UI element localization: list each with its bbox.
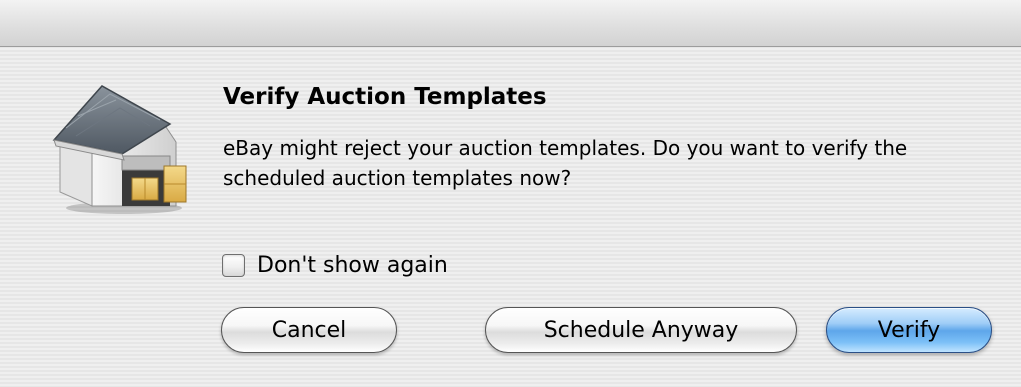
title-bar[interactable]	[0, 0, 1021, 47]
dialog-message: eBay might reject your auction templates…	[223, 136, 908, 190]
cancel-button[interactable]: Cancel	[221, 307, 397, 353]
dont-show-again-checkbox[interactable]	[222, 253, 245, 277]
verify-button[interactable]: Verify	[826, 307, 992, 353]
schedule-anyway-button[interactable]: Schedule Anyway	[485, 307, 797, 353]
dont-show-again-option[interactable]: Don't show again	[222, 250, 448, 280]
dialog-title: Verify Auction Templates	[223, 84, 547, 110]
garage-with-boxes-icon	[52, 80, 192, 216]
alert-dialog: Verify Auction Templates eBay might reje…	[0, 0, 1021, 387]
dont-show-again-label[interactable]: Don't show again	[257, 253, 448, 278]
